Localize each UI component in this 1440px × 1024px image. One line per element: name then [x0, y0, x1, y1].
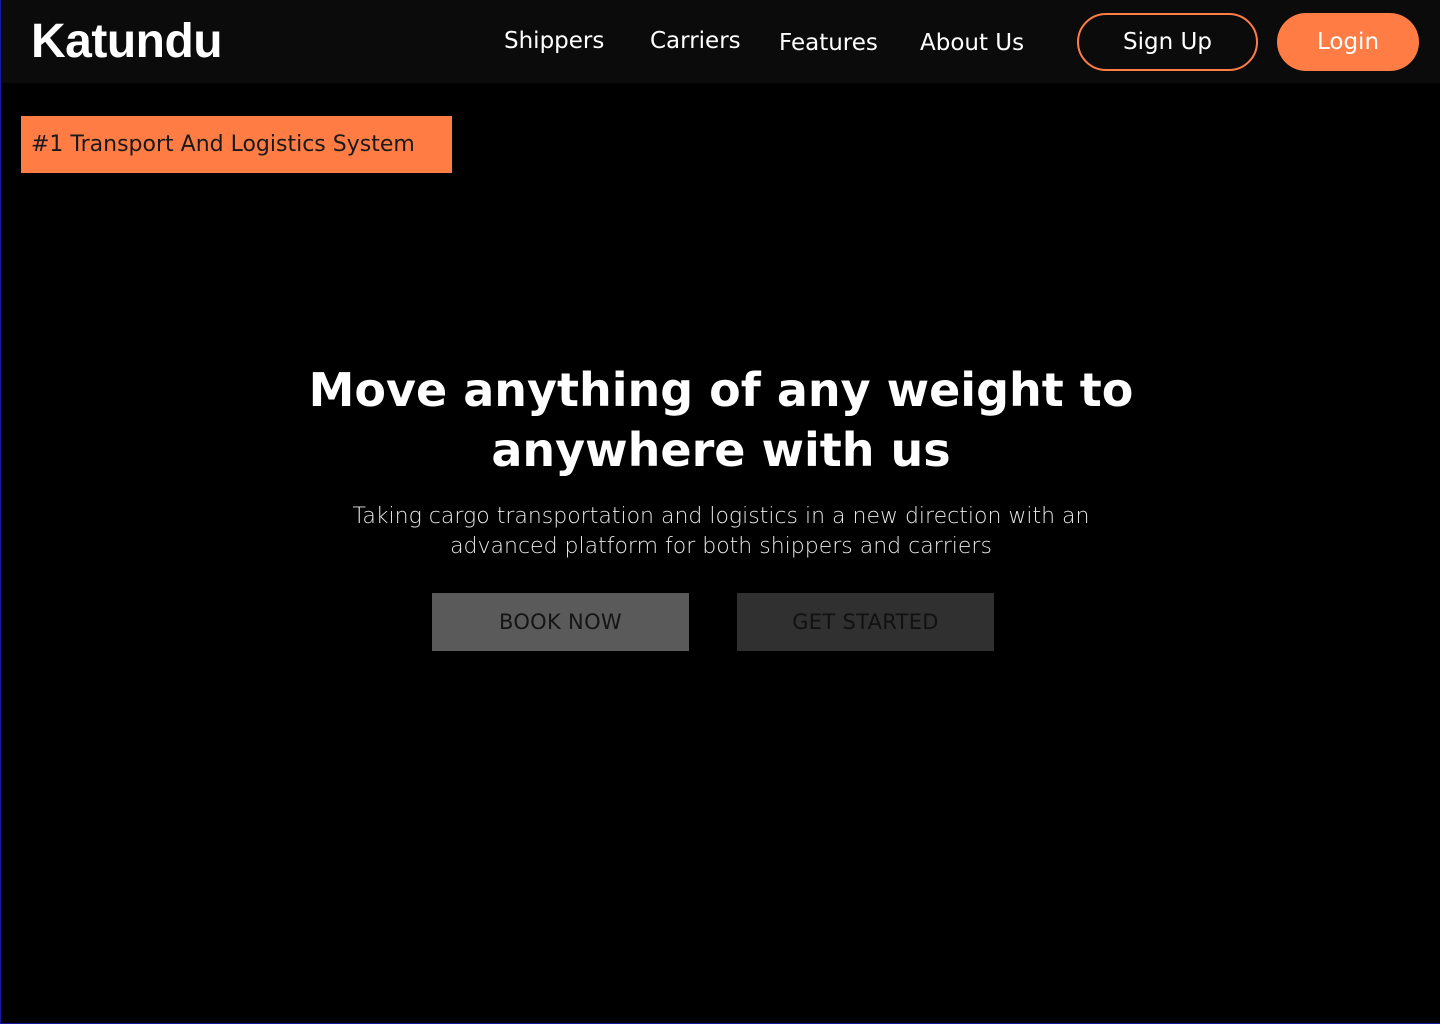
nav-link-carriers[interactable]: Carriers: [650, 26, 741, 56]
nav-link-about-us[interactable]: About Us: [920, 28, 1024, 58]
navbar: Katundu Shippers Carriers Features About…: [1, 0, 1440, 83]
hero-subtitle-line-1: Taking cargo transportation and logistic…: [352, 504, 1090, 529]
landing-page: Katundu Shippers Carriers Features About…: [0, 0, 1440, 1024]
hero-title-line-1: Move anything of any weight to: [308, 363, 1134, 417]
book-now-button[interactable]: BOOK NOW: [432, 593, 689, 651]
hero-subtitle-line-2: advanced platform for both shippers and …: [450, 534, 992, 559]
hero-title: Move anything of any weight to anywhere …: [301, 360, 1141, 480]
hero-subtitle: Taking cargo transportation and logistic…: [331, 502, 1111, 562]
nav-link-features[interactable]: Features: [779, 28, 878, 58]
get-started-button[interactable]: GET STARTED: [737, 593, 994, 651]
hero-badge: #1 Transport And Logistics System: [21, 116, 452, 173]
hero-title-line-2: anywhere with us: [491, 423, 951, 477]
nav-link-shippers[interactable]: Shippers: [504, 26, 604, 56]
brand-logo[interactable]: Katundu: [31, 13, 223, 71]
login-button[interactable]: Login: [1277, 13, 1419, 71]
sign-up-button[interactable]: Sign Up: [1077, 13, 1258, 71]
